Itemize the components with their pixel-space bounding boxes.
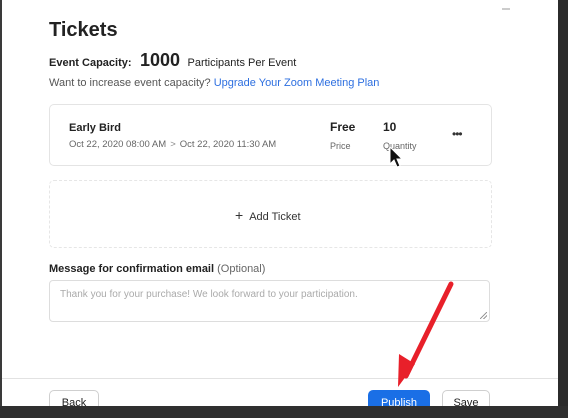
- window-edge: [558, 0, 568, 418]
- ticket-start: Oct 22, 2020 08:00 AM: [69, 139, 167, 150]
- upgrade-plan-link[interactable]: Upgrade Your Zoom Meeting Plan: [214, 77, 380, 89]
- increase-capacity-text: Want to increase event capacity? Upgrade…: [49, 77, 379, 89]
- ticket-price: Free: [330, 120, 356, 134]
- page-title: Tickets: [49, 19, 118, 41]
- confirmation-message-title: Message for confirmation email: [49, 263, 215, 275]
- ticket-name: Early Bird: [69, 122, 121, 134]
- resize-handle-icon[interactable]: [480, 312, 487, 319]
- ticket-end: Oct 22, 2020 11:30 AM: [179, 139, 277, 150]
- add-ticket-area: + Add Ticket: [49, 180, 492, 248]
- textarea-placeholder: Thank you for your purchase! We look for…: [60, 289, 358, 300]
- ticket-dates: Oct 22, 2020 08:00 AM > Oct 22, 2020 11:30…: [69, 139, 276, 150]
- divider: [502, 8, 510, 10]
- confirmation-message-label: Message for confirmation email (Optional…: [49, 263, 265, 275]
- confirmation-message-textarea[interactable]: Thank you for your purchase! We look for…: [49, 280, 490, 322]
- chevron-right-icon: >: [170, 139, 176, 150]
- add-ticket-label: Add Ticket: [249, 211, 301, 223]
- increase-capacity-prompt: Want to increase event capacity?: [49, 77, 211, 89]
- plus-icon: +: [235, 207, 244, 223]
- add-ticket-button[interactable]: + Add Ticket: [235, 207, 301, 223]
- more-horizontal-icon[interactable]: •••: [452, 127, 463, 141]
- capacity-label: Event Capacity:: [49, 57, 132, 69]
- optional-tag: (Optional): [217, 263, 266, 275]
- ticket-card[interactable]: Early Bird Oct 22, 2020 08:00 AM > Oct 22,…: [49, 104, 492, 166]
- capacity-number: 1000: [139, 50, 181, 70]
- ticket-quantity: 10: [383, 120, 397, 134]
- capacity-suffix: Participants Per Event: [187, 57, 297, 69]
- window-bottom-bar: [0, 406, 568, 418]
- footer-divider: [2, 378, 558, 379]
- tickets-panel: Tickets Event Capacity: 1000 Participant…: [2, 0, 558, 418]
- ticket-quantity-label: Quantity: [383, 141, 417, 151]
- event-capacity: Event Capacity: 1000 Participants Per Ev…: [49, 50, 296, 71]
- ticket-price-label: Price: [330, 141, 351, 151]
